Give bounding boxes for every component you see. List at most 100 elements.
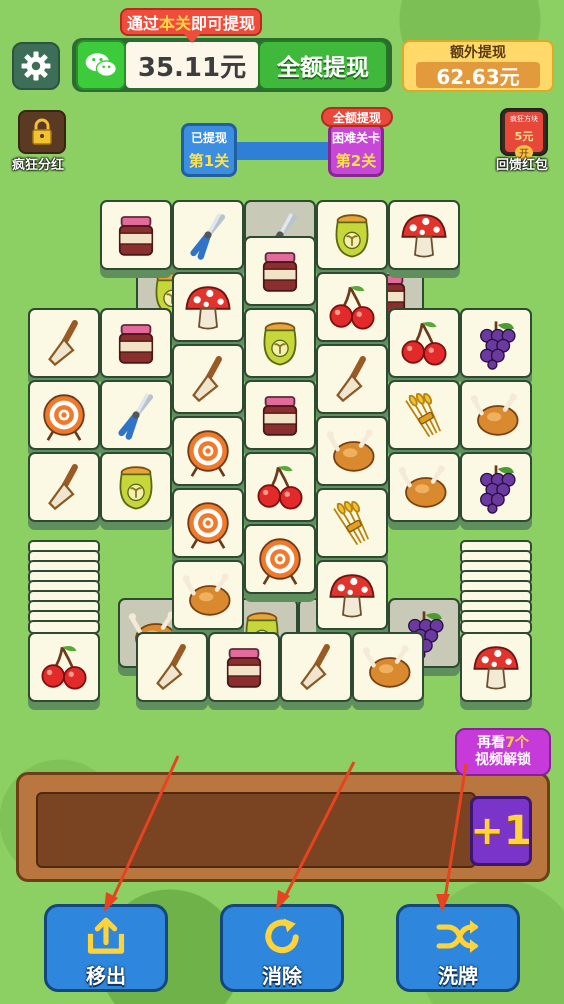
refresh-icon xyxy=(265,918,299,954)
tile-target[interactable] xyxy=(244,524,316,602)
tile-shovel[interactable] xyxy=(28,308,100,386)
tile-roast-chicken[interactable] xyxy=(172,560,244,638)
jam-jar-icon xyxy=(253,388,307,442)
tile-jam-jar[interactable] xyxy=(100,308,172,386)
shovel-icon xyxy=(325,352,379,406)
seed-bag-icon xyxy=(325,208,379,262)
jam-jar-icon xyxy=(109,316,163,370)
extra-withdraw-amount: 62.63元 xyxy=(416,62,540,89)
move-out-button[interactable]: 移出 xyxy=(44,904,168,992)
shuffle-label: 洗牌 xyxy=(438,964,478,988)
tile-cherry[interactable] xyxy=(28,632,100,710)
tile-shovel[interactable] xyxy=(280,632,352,710)
wheat-icon xyxy=(325,496,379,550)
tile-jam-jar[interactable] xyxy=(208,632,280,710)
tile-target[interactable] xyxy=(28,380,100,458)
redpack-amount: 5元 xyxy=(514,130,534,143)
tile-mushroom[interactable] xyxy=(460,632,532,710)
tile-roast-chicken[interactable] xyxy=(460,380,532,458)
cherry-icon xyxy=(37,640,91,694)
redpack-button[interactable]: 疯狂方块 5元 开 xyxy=(500,108,548,160)
target-icon xyxy=(181,496,235,550)
jam-jar-icon xyxy=(217,640,271,694)
tile-seed-bag[interactable] xyxy=(244,308,316,386)
pruning-shears-icon xyxy=(109,388,163,442)
withdraw-all-button[interactable]: 全额提现 xyxy=(258,40,388,90)
target-icon xyxy=(37,388,91,442)
mushroom-icon xyxy=(397,208,451,262)
tile-seed-bag[interactable] xyxy=(100,452,172,530)
unlock-prefix: 再看 xyxy=(477,735,506,752)
redpack-icon: 疯狂方块 5元 开 xyxy=(505,112,543,160)
mushroom-icon xyxy=(181,280,235,334)
grapes-icon xyxy=(469,460,523,514)
balance-amount: 35.11元 xyxy=(126,42,258,88)
tile-grapes[interactable] xyxy=(460,452,532,530)
tile-roast-chicken[interactable] xyxy=(352,632,424,710)
tip-highlight: 本关 xyxy=(158,14,191,33)
tile-roast-chicken[interactable] xyxy=(388,452,460,530)
tile-shovel[interactable] xyxy=(172,344,244,422)
cherry-icon xyxy=(397,316,451,370)
roast-chicken-icon xyxy=(397,460,451,514)
cherry-icon xyxy=(253,460,307,514)
level-1-node: 已提现 第1关 xyxy=(181,123,237,177)
eliminate-button[interactable]: 消除 xyxy=(220,904,344,992)
roast-chicken-icon xyxy=(469,388,523,442)
tile-mushroom[interactable] xyxy=(316,560,388,638)
redpack-label: 回馈红包 xyxy=(496,158,549,173)
shuffle-icon xyxy=(436,920,479,953)
bonus-lock-button[interactable] xyxy=(18,110,66,154)
level-1-title: 第1关 xyxy=(188,152,230,170)
grapes-icon xyxy=(469,316,523,370)
tile-grapes[interactable] xyxy=(460,308,532,386)
roast-chicken-icon xyxy=(325,424,379,478)
bonus-label: 疯狂分红 xyxy=(12,158,65,173)
tile-pruning-shears[interactable] xyxy=(172,200,244,278)
tile-cherry[interactable] xyxy=(388,308,460,386)
tile-cherry[interactable] xyxy=(244,452,316,530)
tile-pruning-shears[interactable] xyxy=(100,380,172,458)
tile-shovel[interactable] xyxy=(316,344,388,422)
seed-bag-icon xyxy=(109,460,163,514)
tile-cherry[interactable] xyxy=(316,272,388,350)
extra-slot-button[interactable]: +1 xyxy=(470,796,532,866)
redpack-title: 疯狂方块 xyxy=(510,115,538,123)
roast-chicken-icon xyxy=(181,568,235,622)
target-icon xyxy=(181,424,235,478)
shuffle-button[interactable]: 洗牌 xyxy=(396,904,520,992)
tile-wheat[interactable] xyxy=(388,380,460,458)
tile-target[interactable] xyxy=(172,488,244,566)
shovel-icon xyxy=(37,460,91,514)
settings-button[interactable] xyxy=(12,42,60,90)
tip-prefix: 通过 xyxy=(126,14,159,33)
tile-shovel[interactable] xyxy=(136,632,208,710)
gear-icon xyxy=(21,51,51,81)
target-icon xyxy=(253,532,307,586)
shovel-icon xyxy=(289,640,343,694)
shovel-icon xyxy=(145,640,199,694)
tile-jam-jar[interactable] xyxy=(244,236,316,314)
extra-withdraw-label: 额外提现 xyxy=(450,45,506,61)
tile-wheat[interactable] xyxy=(316,488,388,566)
tip-suffix: 即可提现 xyxy=(191,14,256,33)
tile-target[interactable] xyxy=(172,416,244,494)
unlock-slot-tip[interactable]: 再看7个 视频解锁 xyxy=(455,728,551,776)
tile-roast-chicken[interactable] xyxy=(316,416,388,494)
tile-jam-jar[interactable] xyxy=(244,380,316,458)
withdraw-tip-bubble: 通过 本关 即可提现 xyxy=(120,8,262,43)
pruning-shears-icon xyxy=(181,208,235,262)
move-out-icon xyxy=(87,917,125,954)
shovel-icon xyxy=(181,352,235,406)
tile-mushroom[interactable] xyxy=(172,272,244,350)
cherry-icon xyxy=(325,280,379,334)
level-2-node: 困难关卡 第2关 xyxy=(328,123,384,177)
tile-seed-bag[interactable] xyxy=(316,200,388,278)
mushroom-icon xyxy=(325,568,379,622)
mushroom-icon xyxy=(469,640,523,694)
tile-jam-jar[interactable] xyxy=(100,200,172,278)
tile-shovel[interactable] xyxy=(28,452,100,530)
move-out-label: 移出 xyxy=(86,964,126,988)
jam-jar-icon xyxy=(109,208,163,262)
tile-mushroom[interactable] xyxy=(388,200,460,278)
